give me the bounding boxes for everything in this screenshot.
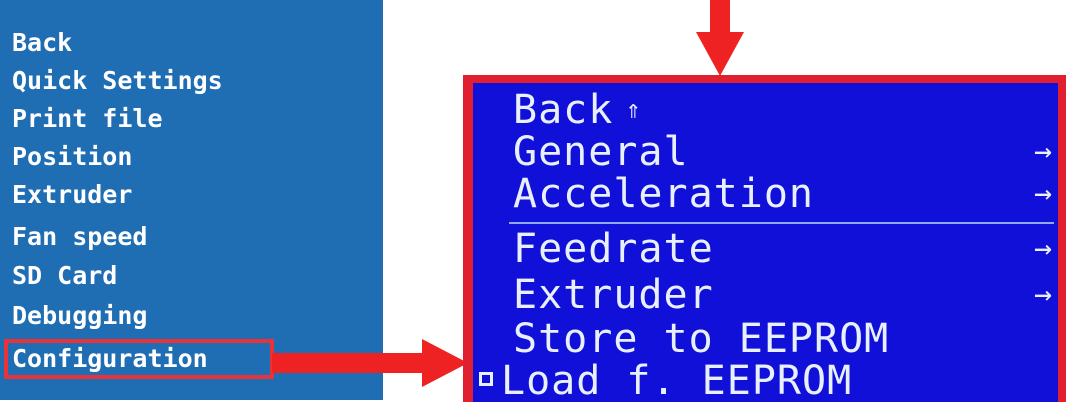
menu-item-debugging[interactable]: Debugging <box>12 297 147 335</box>
lcd-item-general[interactable]: General → <box>473 129 1058 175</box>
selection-cursor-icon <box>479 372 493 386</box>
lcd-item-back[interactable]: Back ⇑ <box>473 87 1058 133</box>
right-arrow-icon: → <box>1033 134 1052 169</box>
right-arrow-icon: → <box>1033 277 1052 312</box>
menu-item-position[interactable]: Position <box>12 138 132 176</box>
down-pointer-arrow-icon <box>696 0 744 76</box>
lcd-item-label: Store to EEPROM <box>513 316 890 362</box>
right-arrow-icon: → <box>1033 176 1052 211</box>
menu-item-print-file[interactable]: Print file <box>12 100 163 138</box>
lcd-item-label: Acceleration <box>513 171 814 217</box>
menu-item-fan-speed[interactable]: Fan speed <box>12 218 147 256</box>
lcd-item-label: Load f. EEPROM <box>501 358 853 404</box>
lcd-item-store-eeprom[interactable]: Store to EEPROM <box>473 316 1058 362</box>
menu-item-sd-card[interactable]: SD Card <box>12 257 117 295</box>
menu-item-extruder[interactable]: Extruder <box>12 176 132 214</box>
lcd-item-label: Feedrate <box>513 226 714 272</box>
lcd-screen: Back ⇑ General → Acceleration → Feedrate … <box>473 83 1058 404</box>
lcd-item-load-eeprom[interactable]: Load f. EEPROM <box>473 358 1058 404</box>
lcd-item-label: Extruder <box>513 272 714 318</box>
highlight-box <box>4 339 274 379</box>
divider <box>509 222 1054 224</box>
right-arrow-icon: → <box>1033 231 1052 266</box>
menu-item-back[interactable]: Back <box>12 24 72 62</box>
lcd-item-acceleration[interactable]: Acceleration → <box>473 171 1058 217</box>
lcd-item-feedrate[interactable]: Feedrate → <box>473 226 1058 272</box>
lcd-display: Back ⇑ General → Acceleration → Feedrate … <box>463 75 1066 404</box>
lcd-item-label: Back <box>513 87 614 133</box>
lcd-item-extruder[interactable]: Extruder → <box>473 272 1058 318</box>
lcd-item-label: General <box>513 129 689 175</box>
up-arrow-icon: ⇑ <box>625 95 642 125</box>
menu-item-quick-settings[interactable]: Quick Settings <box>12 62 223 100</box>
right-pointer-arrow-icon <box>272 339 468 387</box>
